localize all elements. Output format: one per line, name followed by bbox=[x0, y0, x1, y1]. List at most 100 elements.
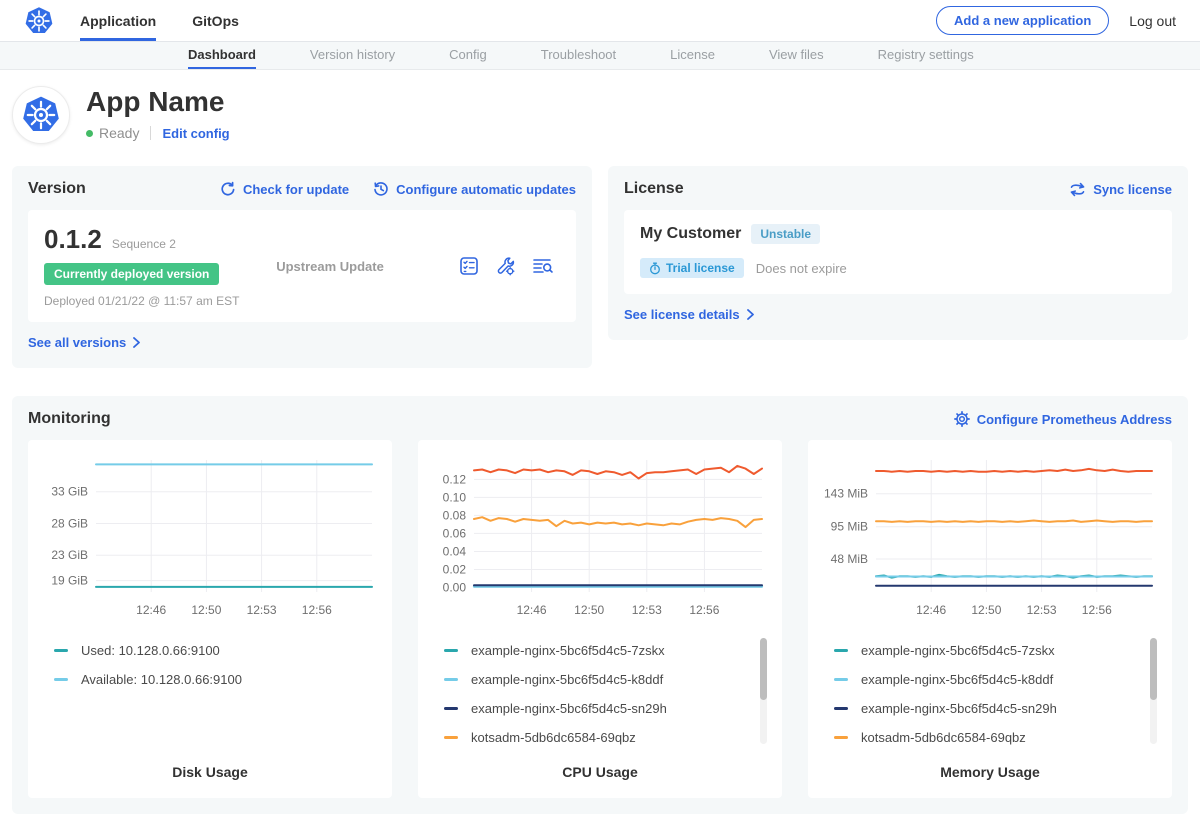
svg-text:0.02: 0.02 bbox=[443, 563, 467, 577]
svg-text:0.10: 0.10 bbox=[443, 490, 467, 504]
license-card: License Sync license My Custo bbox=[608, 166, 1188, 340]
license-expiry-text: Does not expire bbox=[756, 261, 847, 276]
disk-chart-plot: 19 GiB23 GiB28 GiB33 GiB12:4612:5012:531… bbox=[40, 452, 380, 624]
svg-text:12:56: 12:56 bbox=[302, 603, 332, 617]
see-all-versions-link[interactable]: See all versions bbox=[28, 335, 140, 350]
svg-text:28 GiB: 28 GiB bbox=[51, 517, 88, 531]
top-nav: Application GitOps Add a new application … bbox=[0, 0, 1200, 42]
version-card: Version Check for update bbox=[12, 166, 592, 368]
logout-button[interactable]: Log out bbox=[1129, 13, 1176, 29]
legend-dash-icon bbox=[444, 736, 458, 739]
status-badge: Ready bbox=[99, 125, 139, 141]
current-version-panel: 0.1.2 Sequence 2 Currently deployed vers… bbox=[28, 210, 576, 322]
cpu-chart-plot: 0.000.020.040.060.080.100.1212:4612:5012… bbox=[430, 452, 770, 624]
gear-icon bbox=[954, 411, 970, 427]
app-header: App Name Ready Edit config bbox=[0, 70, 1200, 166]
legend-dash-icon bbox=[444, 649, 458, 652]
nav-tab-application[interactable]: Application bbox=[80, 0, 156, 41]
add-new-application-button[interactable]: Add a new application bbox=[936, 6, 1109, 35]
chevron-right-icon bbox=[747, 309, 754, 320]
legend-scrollbar-thumb[interactable] bbox=[760, 638, 767, 700]
subnav-item-version-history[interactable]: Version history bbox=[310, 42, 395, 69]
disk-chart-card: 19 GiB23 GiB28 GiB33 GiB12:4612:5012:531… bbox=[28, 440, 392, 798]
subnav-item-license[interactable]: License bbox=[670, 42, 715, 69]
svg-text:143 MiB: 143 MiB bbox=[824, 487, 868, 501]
sync-license-link[interactable]: Sync license bbox=[1069, 182, 1172, 197]
legend-item: Available: 10.128.0.66:9100 bbox=[54, 665, 380, 694]
disk-chart-title: Disk Usage bbox=[40, 752, 380, 788]
license-panel: My Customer Unstable Trial license Does … bbox=[624, 210, 1172, 294]
check-for-update-link[interactable]: Check for update bbox=[220, 181, 349, 197]
legend-dash-icon bbox=[444, 678, 458, 681]
channel-badge: Unstable bbox=[751, 224, 820, 244]
svg-text:12:50: 12:50 bbox=[191, 603, 221, 617]
svg-text:0.12: 0.12 bbox=[443, 472, 467, 486]
nav-tab-gitops[interactable]: GitOps bbox=[192, 0, 239, 41]
legend-dash-icon bbox=[834, 678, 848, 681]
update-history-icon bbox=[373, 181, 389, 197]
legend-dash-icon bbox=[834, 707, 848, 710]
subnav-item-troubleshoot[interactable]: Troubleshoot bbox=[541, 42, 616, 69]
refresh-icon bbox=[220, 181, 236, 197]
memory-chart-card: 48 MiB95 MiB143 MiB12:4612:5012:5312:56e… bbox=[808, 440, 1172, 798]
app-avatar bbox=[12, 86, 70, 144]
svg-text:95 MiB: 95 MiB bbox=[831, 520, 868, 534]
charts-row: 19 GiB23 GiB28 GiB33 GiB12:4612:5012:531… bbox=[28, 440, 1172, 798]
subnav-item-config[interactable]: Config bbox=[449, 42, 487, 69]
configure-automatic-updates-link[interactable]: Configure automatic updates bbox=[373, 181, 576, 197]
primary-tabs: Application GitOps bbox=[80, 0, 239, 41]
legend-item: kotsadm-5db6dc6584-69qbz bbox=[834, 723, 1160, 752]
svg-text:33 GiB: 33 GiB bbox=[51, 485, 88, 499]
version-card-title: Version bbox=[28, 180, 86, 198]
svg-text:12:46: 12:46 bbox=[136, 603, 166, 617]
monitoring-title: Monitoring bbox=[28, 410, 111, 428]
kubernetes-logo-icon bbox=[24, 6, 54, 36]
legend-dash-icon bbox=[54, 649, 68, 652]
configure-prometheus-link[interactable]: Configure Prometheus Address bbox=[954, 411, 1172, 427]
legend-dash-icon bbox=[54, 678, 68, 681]
svg-text:12:46: 12:46 bbox=[916, 603, 946, 617]
deployed-badge: Currently deployed version bbox=[44, 263, 219, 285]
legend-item: example-nginx-5bc6f5d4c5-k8ddf bbox=[834, 665, 1160, 694]
cpu-chart-legend: example-nginx-5bc6f5d4c5-7zskx example-ng… bbox=[430, 636, 770, 752]
deployed-timestamp: Deployed 01/21/22 @ 11:57 am EST bbox=[44, 294, 276, 308]
see-license-details-link[interactable]: See license details bbox=[624, 307, 754, 322]
svg-text:0.04: 0.04 bbox=[443, 545, 467, 559]
version-number: 0.1.2 bbox=[44, 224, 102, 255]
cards-row: Version Check for update bbox=[0, 166, 1200, 368]
cpu-chart-title: CPU Usage bbox=[430, 752, 770, 788]
top-nav-right: Add a new application Log out bbox=[936, 0, 1176, 41]
edit-config-link[interactable]: Edit config bbox=[162, 126, 229, 141]
customer-name: My Customer bbox=[640, 225, 741, 243]
svg-text:0.08: 0.08 bbox=[443, 508, 467, 522]
svg-text:0.06: 0.06 bbox=[443, 526, 467, 540]
svg-text:12:46: 12:46 bbox=[517, 603, 547, 617]
status-dot-icon bbox=[86, 130, 93, 137]
legend-item: example-nginx-5bc6f5d4c5-7zskx bbox=[834, 636, 1160, 665]
stopwatch-icon bbox=[649, 262, 661, 275]
svg-text:12:50: 12:50 bbox=[574, 603, 604, 617]
preflight-checks-icon[interactable] bbox=[459, 256, 479, 276]
subnav-item-registry-settings[interactable]: Registry settings bbox=[878, 42, 974, 69]
disk-chart-legend: Used: 10.128.0.66:9100Available: 10.128.… bbox=[40, 636, 380, 694]
divider bbox=[150, 126, 151, 140]
cpu-chart-card: 0.000.020.040.060.080.100.1212:4612:5012… bbox=[418, 440, 782, 798]
license-type-badge: Trial license bbox=[640, 258, 744, 278]
memory-chart-plot: 48 MiB95 MiB143 MiB12:4612:5012:5312:56 bbox=[820, 452, 1160, 624]
legend-item: example-nginx-5bc6f5d4c5-7zskx bbox=[444, 636, 770, 665]
deploy-logs-icon[interactable] bbox=[532, 256, 554, 276]
legend-scrollbar-thumb[interactable] bbox=[1150, 638, 1157, 700]
legend-dash-icon bbox=[834, 649, 848, 652]
subnav-item-view-files[interactable]: View files bbox=[769, 42, 824, 69]
legend-item: kotsadm-5db6dc6584-69qbz bbox=[444, 723, 770, 752]
svg-text:19 GiB: 19 GiB bbox=[51, 574, 88, 588]
subnav-item-dashboard[interactable]: Dashboard bbox=[188, 42, 256, 69]
memory-chart-title: Memory Usage bbox=[820, 752, 1160, 788]
legend-item: example-nginx-5bc6f5d4c5-sn29h bbox=[444, 694, 770, 723]
sync-arrows-icon bbox=[1069, 182, 1086, 197]
memory-chart-legend: example-nginx-5bc6f5d4c5-7zskxexample-ng… bbox=[820, 636, 1160, 752]
chevron-right-icon bbox=[133, 337, 140, 348]
svg-text:12:53: 12:53 bbox=[247, 603, 277, 617]
config-wrench-icon[interactable] bbox=[495, 256, 516, 277]
legend-dash-icon bbox=[444, 707, 458, 710]
